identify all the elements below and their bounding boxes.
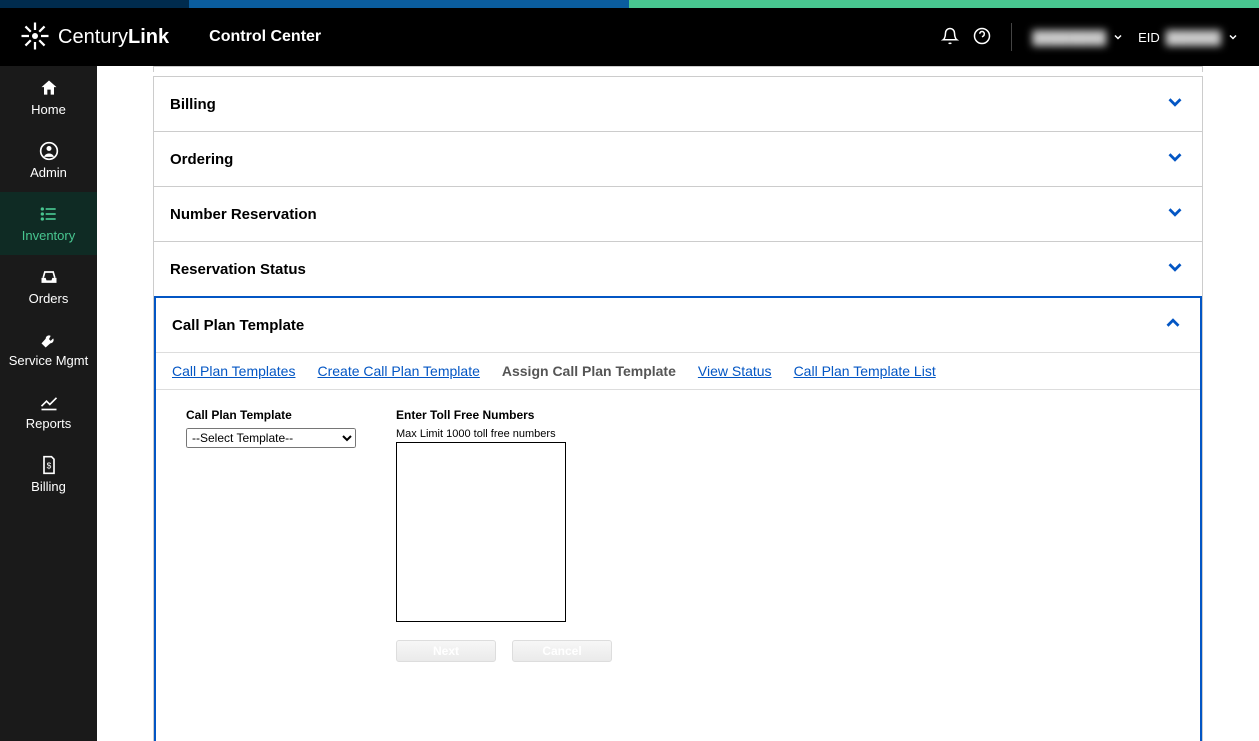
inbox-icon: [39, 267, 59, 287]
app-header: CenturyLink Control Center ████████ EID …: [0, 8, 1259, 66]
header-actions: ████████ EID ██████: [941, 23, 1239, 51]
accordion-label: Billing: [170, 96, 216, 113]
brand-stripe: [0, 0, 1259, 8]
accordion-label: Ordering: [170, 151, 233, 168]
chevron-down-icon: [1227, 31, 1239, 43]
subtab-call-plan-template-list[interactable]: Call Plan Template List: [794, 363, 936, 379]
chevron-down-icon: [1164, 91, 1186, 117]
accordion-row-number-reservation[interactable]: Number Reservation: [154, 186, 1202, 241]
chart-icon: [39, 392, 59, 412]
sidebar-item-label: Home: [31, 102, 66, 117]
accordion-label: Reservation Status: [170, 261, 306, 278]
subtab-create-call-plan-template[interactable]: Create Call Plan Template: [317, 363, 479, 379]
subtab-view-status[interactable]: View Status: [698, 363, 772, 379]
template-select[interactable]: --Select Template--: [186, 428, 356, 448]
accordion-label: Number Reservation: [170, 206, 317, 223]
sidebar-item-admin[interactable]: Admin: [0, 129, 97, 192]
sidebar-item-billing[interactable]: $ Billing: [0, 443, 97, 506]
brand-logo[interactable]: CenturyLink: [20, 21, 169, 54]
sidebar-item-inventory[interactable]: Inventory: [0, 192, 97, 255]
help-icon[interactable]: [973, 27, 991, 48]
app-title: Control Center: [209, 28, 321, 46]
sidebar-item-label: Service Mgmt: [9, 354, 88, 368]
accordion-row-call-plan-template[interactable]: Call Plan Template: [156, 298, 1200, 352]
chevron-down-icon: [1164, 146, 1186, 172]
field-label: Call Plan Template: [186, 408, 356, 422]
sidebar: Home Admin Inventory Orders Service Mgmt…: [0, 66, 97, 741]
stripe-segment: [0, 0, 189, 8]
chevron-down-icon: [1164, 201, 1186, 227]
eid-value-obscured: ██████: [1166, 30, 1221, 45]
field-sublabel: Max Limit 1000 toll free numbers: [396, 428, 612, 440]
panel-body: Call Plan Template --Select Template-- E…: [156, 390, 1200, 741]
eid-menu[interactable]: EID ██████: [1138, 30, 1239, 45]
sidebar-item-label: Billing: [31, 479, 66, 494]
user-circle-icon: [39, 141, 59, 161]
eid-label: EID: [1138, 30, 1160, 45]
bell-icon[interactable]: [941, 27, 959, 48]
toll-free-numbers-textarea[interactable]: [396, 442, 566, 622]
chevron-up-icon: [1162, 312, 1184, 338]
accordion-row-billing[interactable]: Billing: [154, 76, 1202, 131]
user-menu[interactable]: ████████: [1032, 30, 1124, 45]
sidebar-item-orders[interactable]: Orders: [0, 255, 97, 318]
chevron-down-icon: [1164, 256, 1186, 282]
sidebar-item-label: Admin: [30, 165, 67, 180]
user-name-obscured: ████████: [1032, 30, 1106, 45]
sidebar-item-label: Inventory: [22, 228, 75, 243]
home-icon: [39, 78, 59, 98]
field-label: Enter Toll Free Numbers: [396, 408, 612, 422]
accordion-label: Call Plan Template: [172, 317, 304, 334]
stripe-segment: [189, 0, 630, 8]
chevron-down-icon: [1112, 31, 1124, 43]
subtab-bar: Call Plan Templates Create Call Plan Tem…: [156, 352, 1200, 390]
cancel-button[interactable]: Cancel: [512, 640, 612, 662]
call-plan-template-field: Call Plan Template --Select Template--: [186, 408, 356, 710]
svg-text:$: $: [46, 461, 51, 471]
sidebar-item-label: Reports: [26, 416, 72, 431]
separator: [1011, 23, 1012, 51]
accordion: Billing Ordering Number Reservation Rese…: [153, 76, 1203, 741]
brand-text: CenturyLink: [58, 26, 169, 49]
stripe-segment: [629, 0, 1259, 8]
starburst-icon: [20, 21, 50, 54]
sidebar-item-label: Orders: [29, 291, 69, 306]
accordion-top-sliver: [153, 66, 1203, 72]
list-icon: [39, 204, 59, 224]
sidebar-item-home[interactable]: Home: [0, 66, 97, 129]
toll-free-numbers-field: Enter Toll Free Numbers Max Limit 1000 t…: [396, 408, 612, 710]
accordion-row-ordering[interactable]: Ordering: [154, 131, 1202, 186]
sidebar-item-service-mgmt[interactable]: Service Mgmt: [0, 318, 97, 380]
subtab-assign-call-plan-template[interactable]: Assign Call Plan Template: [502, 363, 676, 379]
invoice-icon: $: [39, 455, 59, 475]
main-content: Billing Ordering Number Reservation Rese…: [97, 66, 1259, 741]
subtab-call-plan-templates[interactable]: Call Plan Templates: [172, 363, 295, 379]
wrench-icon: [39, 330, 59, 350]
accordion-panel-call-plan-template: Call Plan Template Call Plan Templates C…: [154, 296, 1202, 741]
accordion-row-reservation-status[interactable]: Reservation Status: [154, 241, 1202, 296]
sidebar-item-reports[interactable]: Reports: [0, 380, 97, 443]
button-row: Next Cancel: [396, 640, 612, 662]
next-button[interactable]: Next: [396, 640, 496, 662]
